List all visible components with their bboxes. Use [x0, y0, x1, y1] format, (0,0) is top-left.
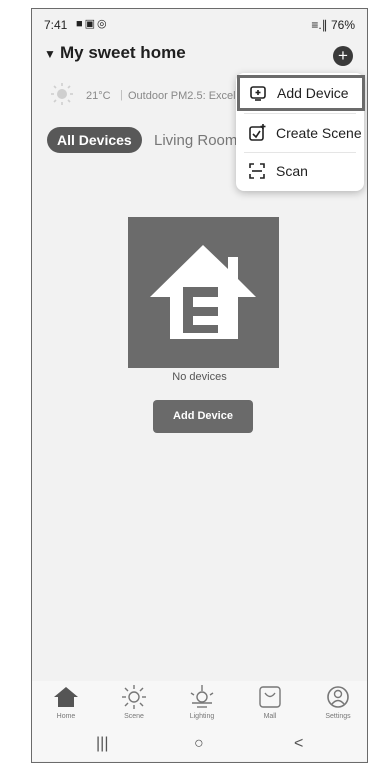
- nav-home[interactable]: Home: [40, 681, 92, 720]
- status-battery-signal: ≡.∥ 76%: [311, 18, 355, 32]
- notification-icons: ■▣◎: [76, 18, 109, 30]
- nav-label: Home: [56, 713, 76, 720]
- home-system-button[interactable]: ○: [194, 735, 204, 753]
- sun-icon: [51, 83, 73, 105]
- scan-icon: [249, 163, 265, 179]
- menu-item-label: Add Device: [277, 85, 349, 101]
- nav-label: Scene: [124, 713, 144, 720]
- no-devices-message: No devices: [172, 371, 227, 383]
- empty-home-illustration: [128, 217, 279, 368]
- recents-button[interactable]: |||: [96, 735, 108, 753]
- nav-mall[interactable]: Mall: [244, 681, 296, 720]
- add-device-icon: [250, 86, 266, 101]
- plus-button[interactable]: +: [333, 46, 353, 66]
- status-bar: 7:41 ■▣◎ ≡.∥ 76%: [32, 9, 367, 37]
- lighting-icon: [190, 685, 214, 708]
- menu-item-label: Create Scene: [276, 125, 362, 141]
- weather-separator: |: [120, 89, 123, 101]
- menu-divider: [244, 113, 356, 114]
- app-header: ▼ My sweet home +: [32, 39, 367, 69]
- mall-icon: [259, 686, 281, 708]
- system-nav-bar: ||| ○ <: [32, 731, 367, 761]
- menu-item-label: Scan: [276, 163, 308, 179]
- add-device-button[interactable]: Add Device: [153, 400, 253, 433]
- nav-label: Lighting: [189, 713, 215, 720]
- tab-living-room[interactable]: Living Room: [154, 132, 237, 149]
- nav-scene[interactable]: Scene: [108, 681, 160, 720]
- tab-all-devices[interactable]: All Devices: [47, 127, 142, 153]
- menu-item-create-scene[interactable]: Create Scene: [236, 115, 364, 151]
- menu-item-scan[interactable]: Scan: [236, 153, 364, 189]
- pm25-status: Outdoor PM2.5: Excellent: [128, 90, 254, 102]
- nav-lighting[interactable]: Lighting: [176, 681, 228, 720]
- temperature: 21°C: [86, 90, 111, 102]
- bottom-nav: Home Scene Lighting Mall Settings: [32, 681, 367, 731]
- settings-icon: [327, 686, 349, 708]
- nav-label: Mall: [263, 713, 277, 720]
- home-title[interactable]: My sweet home: [60, 43, 186, 63]
- nav-settings[interactable]: Settings: [312, 681, 364, 720]
- phone-screen: 7:41 ■▣◎ ≡.∥ 76% ▼ My sweet home + 21°C …: [31, 8, 368, 763]
- menu-item-add-device[interactable]: Add Device: [237, 75, 365, 111]
- status-time: 7:41: [44, 18, 68, 32]
- back-button[interactable]: <: [294, 735, 303, 753]
- add-menu-popup: Add Device Create Scene Scan: [236, 73, 365, 191]
- home-icon: [54, 687, 78, 707]
- home-dropdown-caret-icon[interactable]: ▼: [44, 47, 56, 61]
- create-scene-icon: [249, 124, 266, 141]
- nav-label: Settings: [325, 713, 351, 720]
- scene-icon: [122, 685, 146, 709]
